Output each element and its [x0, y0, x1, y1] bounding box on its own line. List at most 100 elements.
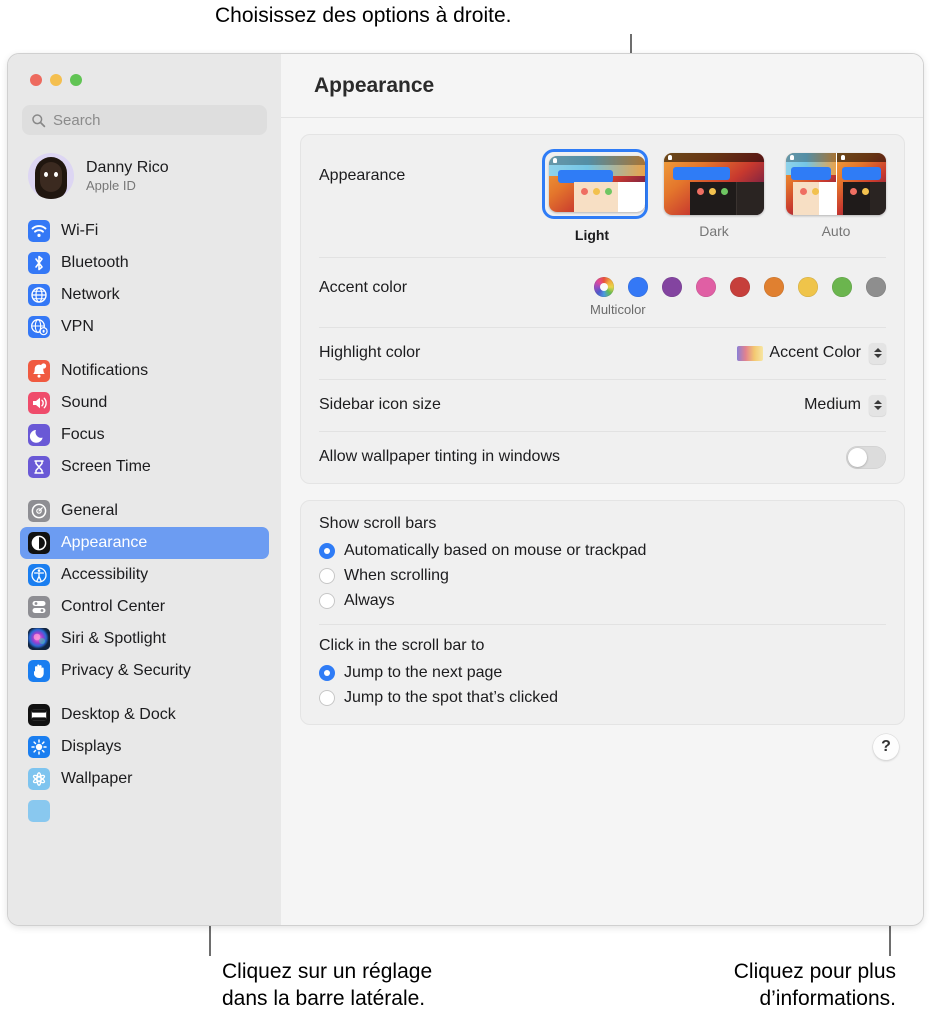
moon-icon — [28, 424, 50, 446]
help-button[interactable]: ? — [873, 734, 899, 760]
sidebar-item-label: Network — [61, 286, 120, 303]
appearance-row: Appearance Light Dark Auto — [301, 135, 904, 257]
appearance-label: Appearance — [319, 167, 406, 184]
sidebar-item-notifications[interactable]: Notifications — [20, 355, 269, 387]
sidebar-item-label: Privacy & Security — [61, 662, 191, 679]
bell-icon — [28, 360, 50, 382]
sidebar-item-vpn[interactable]: VPN — [20, 311, 269, 343]
toggle-knob — [848, 447, 867, 467]
accent-swatch-yellow[interactable] — [798, 277, 818, 297]
sidebar-item-siri-spotlight[interactable]: Siri & Spotlight — [20, 623, 269, 655]
apple-id-account-row[interactable]: Danny Rico Apple ID — [24, 149, 267, 203]
sidebar-icon-size-label: Sidebar icon size — [319, 396, 441, 413]
highlight-color-chip — [737, 345, 764, 361]
system-settings-window: Search Danny Rico Apple ID Wi-Fi Bluetoo… — [8, 54, 923, 925]
close-button[interactable] — [30, 74, 42, 86]
sidebar-item-wallpaper[interactable]: Wallpaper — [20, 763, 269, 795]
sidebar-item-label: Notifications — [61, 362, 149, 379]
appearance-option-auto[interactable]: Auto — [786, 153, 886, 243]
sidebar-item-label: Siri & Spotlight — [61, 630, 166, 647]
wallpaper-tinting-toggle[interactable] — [846, 445, 886, 469]
radio-jump-next-page[interactable]: Jump to the next page — [319, 660, 886, 685]
wifi-icon — [28, 220, 50, 242]
radio-label: Automatically based on mouse or trackpad — [344, 541, 647, 559]
appearance-options: Light Dark Auto — [542, 149, 886, 243]
accent-swatch-graphite[interactable] — [866, 277, 886, 297]
sidebar-item-privacy-security[interactable]: Privacy & Security — [20, 655, 269, 687]
hourglass-icon — [28, 456, 50, 478]
appearance-option-label: Auto — [821, 223, 851, 239]
sidebar-item-sound[interactable]: Sound — [20, 387, 269, 419]
sidebar-item-label: VPN — [61, 318, 94, 335]
sidebar-group-alerts: Notifications Sound Focus Screen Time — [18, 355, 271, 483]
hand-icon — [28, 660, 50, 682]
accent-color-row: Accent color Multicolor — [301, 257, 904, 327]
sidebar-item-label: Bluetooth — [61, 254, 129, 271]
accent-swatch-pink[interactable] — [696, 277, 716, 297]
appearance-option-dark[interactable]: Dark — [664, 153, 764, 243]
highlight-color-popup[interactable]: Accent Color — [737, 342, 886, 364]
sidebar-item-screen-time[interactable]: Screen Time — [20, 451, 269, 483]
radio-button[interactable] — [319, 592, 335, 609]
radio-button[interactable] — [319, 542, 335, 559]
sidebar-group-desktop: Desktop & Dock Displays Wallpaper — [18, 699, 271, 827]
appearance-icon — [28, 532, 50, 554]
sidebar-item-partial[interactable] — [20, 795, 269, 827]
sidebar-item-control-center[interactable]: Control Center — [20, 591, 269, 623]
appearance-option-light[interactable]: Light — [542, 149, 648, 243]
window-controls — [18, 54, 271, 86]
radio-button[interactable] — [319, 664, 335, 681]
appearance-option-label: Dark — [699, 223, 729, 239]
sidebar-icon-size-popup[interactable]: Medium — [804, 394, 886, 416]
sidebar-item-appearance[interactable]: Appearance — [20, 527, 269, 559]
accent-swatch-green[interactable] — [832, 277, 852, 297]
accent-swatch-red[interactable] — [730, 277, 750, 297]
accent-swatch-orange[interactable] — [764, 277, 784, 297]
accent-selected-label: Multicolor — [590, 302, 646, 317]
radio-jump-to-spot[interactable]: Jump to the spot that’s clicked — [319, 685, 886, 710]
appearance-selection-ring — [542, 149, 648, 219]
sidebar-item-label: Displays — [61, 738, 122, 755]
settings-scroll-area[interactable]: Appearance Light Dark Auto Accent color … — [281, 118, 923, 725]
sidebar-item-label: Focus — [61, 426, 105, 443]
sidebar-item-desktop-dock[interactable]: Desktop & Dock — [20, 699, 269, 731]
highlight-color-label: Highlight color — [319, 344, 421, 361]
sidebar-item-focus[interactable]: Focus — [20, 419, 269, 451]
radio-button[interactable] — [319, 689, 335, 706]
sidebar-item-displays[interactable]: Displays — [20, 731, 269, 763]
siri-icon — [28, 628, 50, 650]
account-subtitle: Apple ID — [86, 177, 136, 193]
sidebar-item-general[interactable]: General — [20, 495, 269, 527]
control-center-icon — [28, 596, 50, 618]
sidebar-item-accessibility[interactable]: Accessibility — [20, 559, 269, 591]
dark-thumbnail — [664, 153, 764, 215]
radio-label: Jump to the spot that’s clicked — [344, 688, 559, 706]
radio-show-scroll-always[interactable]: Always — [319, 588, 886, 613]
sidebar-item-label: Wallpaper — [61, 770, 133, 787]
screenshot-root: Choisissez des options à droite. Cliquez… — [0, 0, 931, 1029]
sidebar-item-network[interactable]: Network — [20, 279, 269, 311]
accent-swatch-multicolor[interactable] — [594, 277, 614, 297]
sidebar-item-label: General — [61, 502, 118, 519]
sidebar-item-wi-fi[interactable]: Wi-Fi — [20, 215, 269, 247]
sidebar-group-network: Wi-Fi Bluetooth Network VPN — [18, 215, 271, 343]
minimize-button[interactable] — [50, 74, 62, 86]
radio-show-scroll-auto[interactable]: Automatically based on mouse or trackpad — [319, 538, 886, 563]
radio-button[interactable] — [319, 567, 335, 584]
accent-swatch-blue[interactable] — [628, 277, 648, 297]
sidebar-item-label: Control Center — [61, 598, 166, 615]
page-title: Appearance — [314, 73, 435, 97]
radio-show-scroll-when-scrolling[interactable]: When scrolling — [319, 563, 886, 588]
callout-bottom-right-text: Cliquez pour plus d’informations. — [733, 960, 896, 1011]
sidebar-item-label: Appearance — [61, 534, 148, 551]
sidebar-item-bluetooth[interactable]: Bluetooth — [20, 247, 269, 279]
radio-label: When scrolling — [344, 566, 449, 584]
zoom-button[interactable] — [70, 74, 82, 86]
content-titlebar: Appearance — [281, 54, 923, 118]
scroll-bars-card: Show scroll bars Automatically based on … — [300, 500, 905, 725]
accent-swatch-purple[interactable] — [662, 277, 682, 297]
sidebar-item-label: Screen Time — [61, 458, 151, 475]
desktop-dock-icon — [28, 704, 50, 726]
search-field[interactable]: Search — [22, 105, 267, 135]
accent-color-swatches: Multicolor — [590, 271, 886, 317]
